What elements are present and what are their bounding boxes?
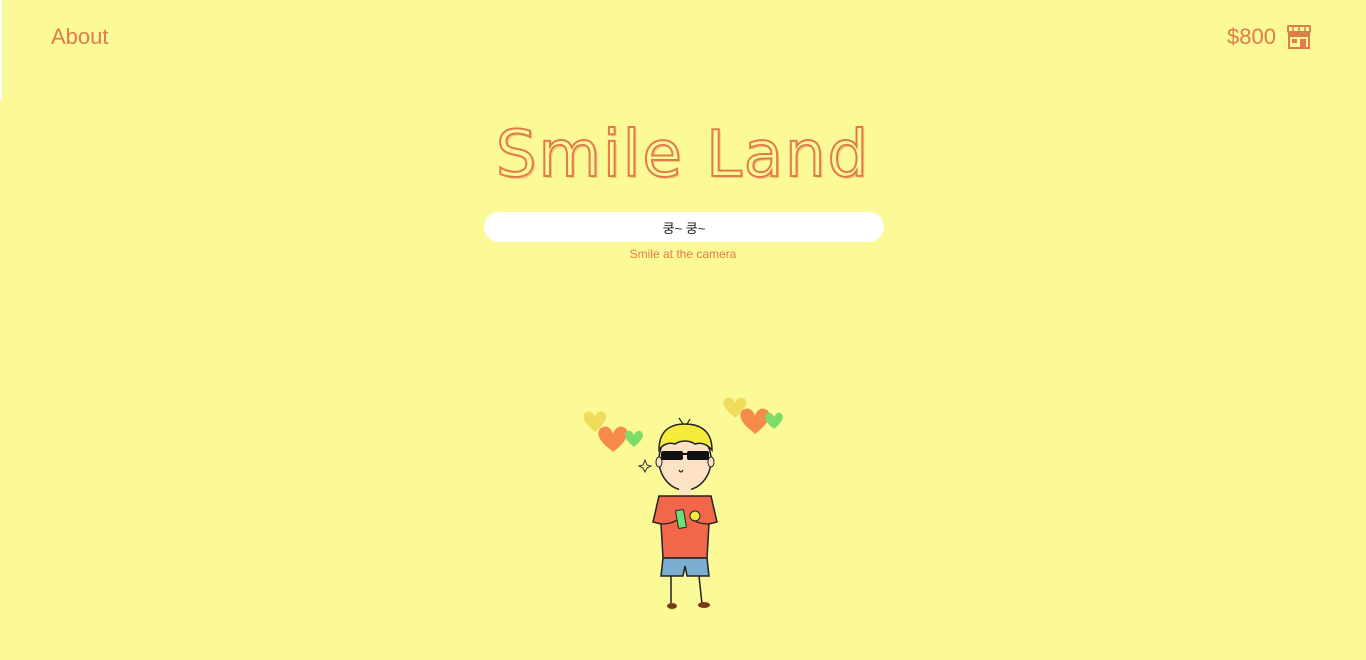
edge-strip (0, 0, 2, 100)
hearts-right-icon (723, 397, 783, 434)
camera-hint: Smile at the camera (629, 247, 737, 261)
character-icon (652, 417, 718, 609)
page-title: Smile Land (495, 117, 871, 193)
hearts-left-icon (583, 411, 643, 452)
wallet-area: $800 (1227, 24, 1312, 50)
character-scene (575, 390, 795, 620)
about-link[interactable]: About (51, 24, 109, 50)
money-balance: $800 (1227, 24, 1276, 49)
message-text: 쿵~ 쿵~ (662, 220, 706, 236)
sparkle-icon (637, 458, 653, 474)
page: About $800 Smile Land 쿵~ 쿵~ Smile at the… (0, 0, 1366, 660)
message-bar: 쿵~ 쿵~ (484, 212, 884, 242)
shop-icon[interactable] (1286, 24, 1312, 50)
